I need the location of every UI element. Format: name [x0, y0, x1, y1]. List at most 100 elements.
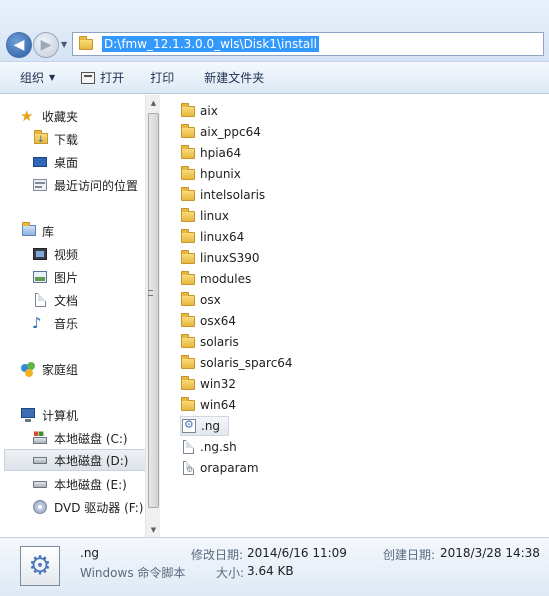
address-input[interactable]: D:\fmw_12.1.3.0.0_wls\Disk1\install — [72, 32, 544, 56]
file-item[interactable]: solaris — [180, 332, 247, 352]
file-item-label: win64 — [200, 398, 237, 412]
file-item-label: .ng.sh — [200, 440, 237, 454]
nav-documents-label: 文档 — [54, 293, 79, 308]
file-item-label: linuxS390 — [200, 251, 260, 265]
file-item-label: solaris — [200, 335, 239, 349]
address-bar: ◀ ▶ ▼ D:\fmw_12.1.3.0.0_wls\Disk1\instal… — [0, 0, 549, 62]
details-size-value: 3.64 KB — [247, 564, 294, 578]
details-modified-label: 修改日期: — [191, 548, 244, 562]
file-item[interactable]: .ng — [180, 416, 230, 436]
nav-drive-d[interactable]: 本地磁盘 (D:) — [4, 449, 146, 471]
new-folder-label: 新建文件夹 — [204, 71, 265, 85]
scroll-down-arrow-icon[interactable]: ▼ — [146, 522, 161, 537]
file-item-label: osx — [200, 293, 221, 307]
arrow-left-icon: ◀ — [13, 37, 25, 53]
nav-music-label: 音乐 — [54, 316, 79, 331]
file-item[interactable]: hpunix — [180, 164, 249, 184]
file-item[interactable]: win64 — [180, 395, 244, 415]
open-icon — [81, 71, 96, 84]
folder-icon — [180, 271, 196, 287]
nav-drive-f-label: DVD 驱动器 (F:) — [54, 500, 144, 515]
file-item[interactable]: hpia64 — [180, 143, 249, 163]
file-item[interactable]: modules — [180, 269, 259, 289]
details-file-name: .ng — [80, 546, 100, 560]
open-label: 打开 — [100, 71, 125, 85]
file-item[interactable]: linux — [180, 206, 237, 226]
recent-pages-dropdown[interactable]: ▼ — [61, 40, 67, 49]
print-label: 打印 — [150, 71, 175, 85]
details-size-label: 大小: — [216, 566, 245, 580]
nav-homegroup-label: 家庭组 — [42, 362, 79, 377]
folder-icon — [180, 103, 196, 119]
folder-icon — [180, 145, 196, 161]
picture-icon — [32, 269, 48, 285]
command-bar: 组织 ▼ 打开 打印 新建文件夹 — [0, 62, 549, 94]
drive-icon — [32, 452, 48, 468]
nav-libraries-label: 库 — [42, 224, 55, 239]
file-item-label: linux64 — [200, 230, 245, 244]
details-created-value: 2018/3/28 14:38 — [440, 546, 540, 560]
file-item[interactable]: osx — [180, 290, 229, 310]
music-icon: ♪ — [32, 314, 42, 332]
navigation-scrollbar[interactable]: ▲ ▼ — [145, 95, 160, 537]
folder-icon — [180, 124, 196, 140]
file-item-label: intelsolaris — [200, 188, 266, 202]
dvd-drive-icon — [32, 499, 48, 515]
file-item[interactable]: osx64 — [180, 311, 244, 331]
file-item[interactable]: aix_ppc64 — [180, 122, 269, 142]
folder-icon — [180, 292, 196, 308]
file-list: aix aix_ppc64 hpia64 hpunix intelsolaris linu… — [162, 95, 549, 537]
file-item[interactable]: intelsolaris — [180, 185, 273, 205]
folder-icon — [180, 208, 196, 224]
back-button[interactable]: ◀ — [6, 32, 32, 58]
file-item[interactable]: linuxS390 — [180, 248, 268, 268]
file-item[interactable]: linux64 — [180, 227, 252, 247]
details-created-label: 创建日期: — [383, 548, 436, 562]
nav-computer-label: 计算机 — [42, 408, 79, 423]
computer-icon — [20, 407, 36, 423]
open-button[interactable]: 打开 — [65, 62, 134, 94]
video-icon — [32, 246, 48, 262]
drive-icon — [32, 476, 48, 492]
file-item-label: solaris_sparc64 — [200, 356, 293, 370]
arrow-right-icon: ▶ — [40, 37, 52, 53]
new-folder-button[interactable]: 新建文件夹 — [184, 62, 274, 94]
file-item[interactable]: oraparam — [180, 458, 267, 478]
config-file-icon — [180, 460, 196, 476]
forward-button[interactable]: ▶ — [33, 32, 59, 58]
file-item-label: win32 — [200, 377, 237, 391]
nav-drive-d-label: 本地磁盘 (D:) — [54, 453, 129, 468]
folder-icon — [180, 376, 196, 392]
file-item[interactable]: .ng.sh — [180, 437, 245, 457]
folder-icon — [78, 36, 98, 52]
folder-icon — [180, 250, 196, 266]
star-icon: ★ — [20, 107, 34, 125]
organize-button[interactable]: 组织 ▼ — [0, 62, 65, 94]
scroll-up-arrow-icon[interactable]: ▲ — [146, 95, 161, 110]
file-item[interactable]: win32 — [180, 374, 244, 394]
grip-icon — [148, 290, 153, 296]
file-item-label: hpia64 — [200, 146, 242, 160]
nav-downloads-label: 下载 — [54, 132, 79, 147]
script-file-icon — [181, 418, 197, 434]
file-item[interactable]: aix — [180, 101, 226, 121]
recent-places-icon — [32, 177, 48, 193]
print-button[interactable]: 打印 — [134, 62, 184, 94]
file-icon — [180, 439, 196, 455]
scrollbar-thumb[interactable] — [148, 113, 159, 508]
file-item[interactable]: solaris_sparc64 — [180, 353, 301, 373]
nav-drive-e-label: 本地磁盘 (E:) — [54, 477, 127, 492]
library-icon — [20, 222, 36, 239]
file-item-label: aix — [200, 104, 218, 118]
address-path[interactable]: D:\fmw_12.1.3.0.0_wls\Disk1\install — [102, 36, 319, 52]
folder-icon — [180, 355, 196, 371]
nav-recent-label: 最近访问的位置 — [54, 178, 139, 193]
file-item-label: linux — [200, 209, 229, 223]
folder-icon — [180, 397, 196, 413]
details-pane: ⚙ .ng Windows 命令脚本 修改日期: 2014/6/16 11:09… — [0, 537, 549, 596]
file-item-label: aix_ppc64 — [200, 125, 261, 139]
file-item-label: modules — [200, 272, 252, 286]
nav-favorites-label: 收藏夹 — [42, 109, 79, 124]
chevron-down-icon: ▼ — [49, 73, 56, 82]
file-item-label: oraparam — [200, 461, 259, 475]
